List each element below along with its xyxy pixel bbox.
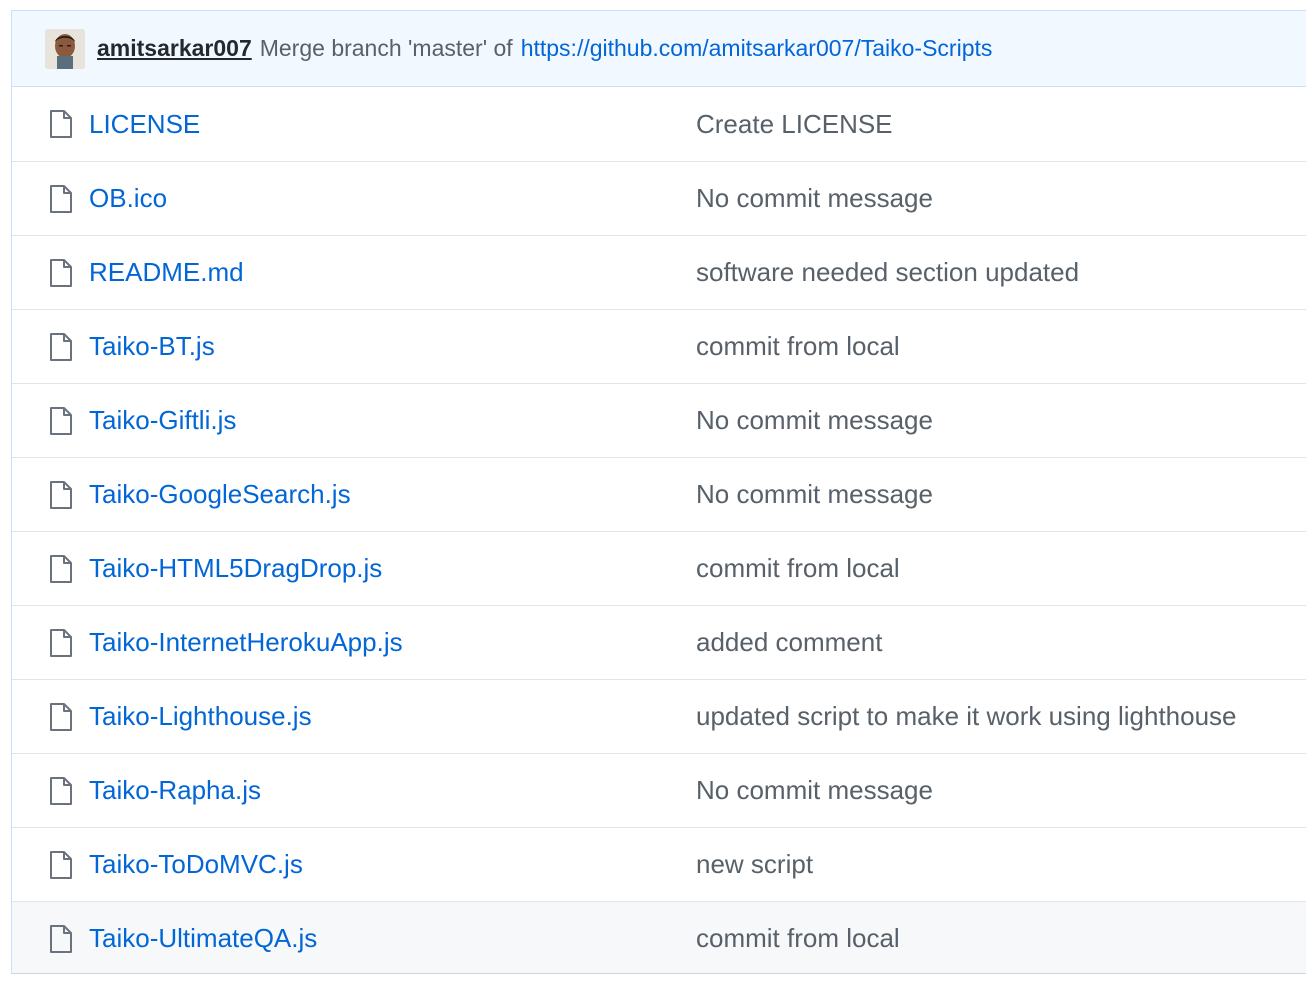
file-commit-message: No commit message — [696, 775, 933, 805]
file-name-link[interactable]: Taiko-InternetHerokuApp.js — [89, 627, 403, 658]
file-name-link[interactable]: Taiko-GoogleSearch.js — [89, 479, 351, 510]
file-name-link[interactable]: README.md — [89, 257, 244, 288]
file-icon — [50, 110, 72, 138]
latest-commit-bar: amitsarkar007 Merge branch 'master' of h… — [12, 11, 1306, 87]
file-commit-message: added comment — [696, 627, 883, 657]
file-commit-message: updated script to make it work using lig… — [696, 701, 1237, 731]
file-commit-message: Create LICENSE — [696, 108, 893, 139]
file-row[interactable]: Taiko-BT.js commit from local — [12, 309, 1306, 383]
author-avatar[interactable] — [45, 28, 85, 69]
file-commit-message: commit from local — [696, 331, 900, 361]
file-row[interactable]: Taiko-Lighthouse.js updated script to ma… — [12, 679, 1306, 753]
file-commit-message: software needed section updated — [696, 257, 1080, 287]
file-commit-message: commit from local — [696, 923, 900, 953]
file-icon — [50, 851, 72, 879]
file-icon — [50, 185, 72, 213]
file-name-link[interactable]: Taiko-ToDoMVC.js — [89, 849, 303, 880]
file-icon — [50, 259, 72, 287]
file-icon — [50, 333, 72, 361]
file-name-link[interactable]: OB.ico — [89, 183, 167, 214]
file-commit-message: No commit message — [696, 405, 933, 435]
file-name-link[interactable]: Taiko-Lighthouse.js — [89, 701, 312, 732]
file-row[interactable]: OB.ico No commit message — [12, 161, 1306, 235]
commit-url-link[interactable]: https://github.com/amitsarkar007/Taiko-S… — [521, 35, 993, 62]
file-icon — [50, 703, 72, 731]
file-row[interactable]: Taiko-GoogleSearch.js No commit message — [12, 457, 1306, 531]
file-icon — [50, 555, 72, 583]
file-name-link[interactable]: Taiko-UltimateQA.js — [89, 923, 317, 954]
file-row[interactable]: Taiko-Giftli.js No commit message — [12, 383, 1306, 457]
file-icon — [50, 481, 72, 509]
file-row[interactable]: LICENSE Create LICENSE — [12, 87, 1306, 161]
avatar-image — [45, 28, 85, 69]
file-icon — [50, 925, 72, 953]
file-name-link[interactable]: Taiko-Giftli.js — [89, 405, 236, 436]
file-name-link[interactable]: Taiko-HTML5DragDrop.js — [89, 553, 382, 584]
file-icon — [50, 777, 72, 805]
file-name-link[interactable]: Taiko-Rapha.js — [89, 775, 261, 806]
file-icon — [50, 407, 72, 435]
commit-message: Merge branch 'master' of — [259, 35, 513, 61]
file-commit-message: commit from local — [696, 553, 900, 583]
commit-author-link[interactable]: amitsarkar007 — [97, 35, 252, 62]
file-row[interactable]: Taiko-UltimateQA.js commit from local — [12, 901, 1306, 973]
file-row[interactable]: README.md software needed section update… — [12, 235, 1306, 309]
file-row[interactable]: Taiko-ToDoMVC.js new script — [12, 827, 1306, 901]
file-name-link[interactable]: LICENSE — [89, 109, 200, 140]
repository-file-table: amitsarkar007 Merge branch 'master' of h… — [11, 10, 1306, 974]
file-row[interactable]: Taiko-HTML5DragDrop.js commit from local — [12, 531, 1306, 605]
file-name-link[interactable]: Taiko-BT.js — [89, 331, 215, 362]
file-icon — [50, 629, 72, 657]
file-row[interactable]: Taiko-InternetHerokuApp.js added comment — [12, 605, 1306, 679]
file-commit-message: No commit message — [696, 183, 933, 213]
file-commit-message: No commit message — [696, 479, 933, 509]
file-row[interactable]: Taiko-Rapha.js No commit message — [12, 753, 1306, 827]
file-commit-message: new script — [696, 849, 814, 879]
